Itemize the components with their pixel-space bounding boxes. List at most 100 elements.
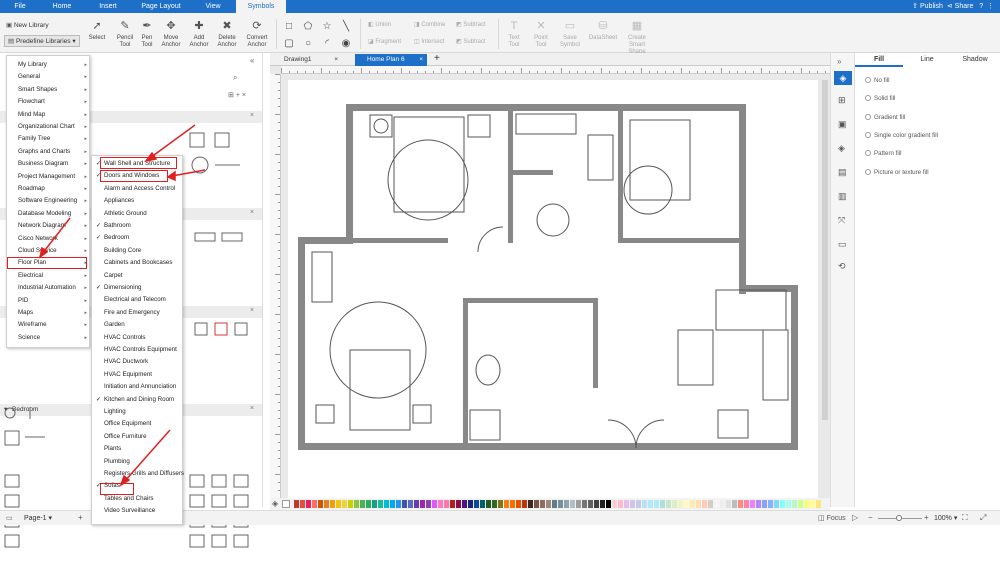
color-swatch[interactable] — [816, 500, 821, 508]
menu-file[interactable]: File — [6, 0, 34, 13]
radio-button[interactable] — [865, 168, 871, 175]
fill-option[interactable]: Gradient fill — [865, 113, 905, 121]
library-menu-item[interactable]: Roadmap ▸ — [7, 183, 91, 195]
color-swatch[interactable] — [330, 500, 335, 508]
floor-plan-library-item[interactable]: Athletic Ground — [92, 208, 184, 221]
floor-plan-library-item[interactable]: Plants — [92, 443, 184, 456]
floor-plan-library-item[interactable]: Building Core — [92, 245, 184, 258]
color-swatch[interactable] — [498, 500, 503, 508]
color-swatch[interactable] — [306, 500, 311, 508]
floor-plan-library-item[interactable]: ✓ Bathroom — [92, 220, 184, 233]
add-tab-button[interactable]: + — [434, 53, 440, 65]
library-menu-item[interactable]: Organizational Chart ▸ — [7, 121, 91, 133]
color-swatch[interactable] — [438, 500, 443, 508]
color-swatch[interactable] — [600, 500, 605, 508]
add-page-icon[interactable]: + — [78, 513, 83, 522]
color-swatch[interactable] — [492, 500, 497, 508]
floor-plan-library-item[interactable]: ✓ Kitchen and Dining Room — [92, 394, 184, 407]
combine-button[interactable]: ◨ Combine — [414, 22, 445, 29]
library-menu-item[interactable]: Wireframe ▸ — [7, 319, 91, 331]
library-menu-item[interactable]: PID ▸ — [7, 295, 91, 307]
color-swatch[interactable] — [354, 500, 359, 508]
color-swatch[interactable] — [378, 500, 383, 508]
drawing-page[interactable] — [288, 80, 818, 500]
library-menu-item[interactable]: Electrical ▸ — [7, 270, 91, 282]
close-icon[interactable]: × — [242, 92, 246, 99]
color-swatch[interactable] — [516, 500, 521, 508]
color-swatch[interactable] — [618, 500, 623, 508]
arc-icon[interactable]: ◜ — [322, 39, 332, 49]
color-swatch[interactable] — [720, 500, 725, 508]
color-swatch[interactable] — [486, 500, 491, 508]
create-smart-shape-button[interactable]: ▦ Create Smart Shape — [620, 19, 654, 56]
library-menu-item[interactable]: Software Engineering ▸ — [7, 195, 91, 207]
color-swatch[interactable] — [684, 500, 689, 508]
color-swatch[interactable] — [468, 500, 473, 508]
fill-option[interactable]: No fill — [865, 77, 889, 84]
color-swatch[interactable] — [300, 500, 305, 508]
pencil-tool-button[interactable]: ✎ Pencil Tool — [112, 19, 138, 49]
color-swatch[interactable] — [624, 500, 629, 508]
subtract-2-button[interactable]: ◩ Subtract — [456, 39, 486, 46]
floor-plan-library-item[interactable]: ✓ Bedroom — [92, 232, 184, 245]
color-swatch[interactable] — [528, 500, 533, 508]
library-menu-item[interactable]: Flowchart ▸ — [7, 96, 91, 108]
no-color-swatch[interactable] — [282, 500, 290, 508]
predefine-libraries-button[interactable]: ▤ Predefine Libraries ▾ — [4, 35, 80, 47]
spiral-icon[interactable]: ◉ — [341, 39, 351, 49]
color-swatch[interactable] — [318, 500, 323, 508]
radio-button[interactable] — [865, 95, 871, 102]
library-menu-item[interactable]: Network Diagram ▸ — [7, 220, 91, 232]
radio-button[interactable] — [865, 150, 871, 157]
color-swatch[interactable] — [696, 500, 701, 508]
collapse-panel-icon[interactable]: « — [250, 56, 254, 65]
manage-library-icon[interactable]: ⊞ — [228, 92, 234, 99]
color-swatch[interactable] — [342, 500, 347, 508]
color-swatch[interactable] — [708, 500, 713, 508]
line-icon[interactable]: ╲ — [341, 22, 351, 32]
color-swatch[interactable] — [642, 500, 647, 508]
play-icon[interactable]: ▷ — [852, 513, 858, 522]
rounded-rect-icon[interactable]: ▢ — [284, 39, 294, 49]
color-swatch[interactable] — [636, 500, 641, 508]
color-swatch[interactable] — [726, 500, 731, 508]
color-swatch[interactable] — [810, 500, 815, 508]
color-swatch[interactable] — [744, 500, 749, 508]
color-swatch[interactable] — [702, 500, 707, 508]
zoom-out-icon[interactable]: − — [868, 513, 873, 522]
color-swatch[interactable] — [540, 500, 545, 508]
expand-panel-icon[interactable]: » — [837, 57, 841, 66]
color-swatch[interactable] — [714, 500, 719, 508]
floor-plan-library-item[interactable]: Fire and Emergency — [92, 307, 184, 320]
radio-button[interactable] — [865, 113, 871, 120]
layers-icon[interactable]: ◈ — [838, 143, 845, 154]
history-icon[interactable]: ⟲ — [838, 261, 846, 272]
floor-plan-library-item[interactable]: HVAC Controls — [92, 332, 184, 345]
circle-icon[interactable]: ○ — [303, 39, 313, 49]
library-menu-item[interactable]: Cloud Service ▸ — [7, 245, 91, 257]
library-menu-item[interactable]: Industrial Automation ▸ — [7, 282, 91, 294]
color-swatch[interactable] — [552, 500, 557, 508]
share-button[interactable]: Share — [955, 3, 974, 10]
floor-plan-library-item[interactable]: Office Furniture — [92, 431, 184, 444]
zoom-slider-handle[interactable] — [896, 515, 902, 521]
floor-plan-library-item[interactable]: HVAC Equipment — [92, 369, 184, 382]
color-swatch[interactable] — [594, 500, 599, 508]
fill-option[interactable]: Picture or texture fill — [865, 168, 929, 176]
text-tool-button[interactable]: T Text Tool — [503, 19, 525, 49]
convert-anchor-button[interactable]: ⟳ Convert Anchor — [242, 19, 272, 49]
add-anchor-button[interactable]: ✚ Add Anchor — [186, 19, 212, 49]
page-selector[interactable]: Page-1 ▾ — [24, 514, 52, 522]
tab-shadow[interactable]: Shadow — [951, 53, 999, 67]
union-button[interactable]: ◧ Union — [368, 22, 391, 29]
floor-plan-library-item[interactable]: Appliances — [92, 195, 184, 208]
library-menu-item[interactable]: Smart Shapes ▸ — [7, 84, 91, 96]
menu-insert[interactable]: Insert — [90, 0, 126, 13]
color-swatch[interactable] — [522, 500, 527, 508]
color-swatch[interactable] — [312, 500, 317, 508]
color-swatch[interactable] — [390, 500, 395, 508]
color-swatch[interactable] — [456, 500, 461, 508]
select-tool-button[interactable]: ➚ Select — [84, 19, 110, 42]
color-swatch[interactable] — [480, 500, 485, 508]
fit-icon[interactable]: ⤧ — [838, 215, 845, 226]
